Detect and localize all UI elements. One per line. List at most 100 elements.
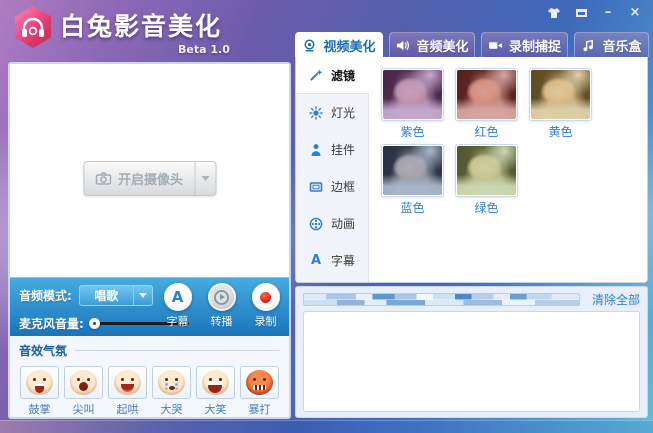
filter-label: 蓝色 xyxy=(381,199,444,216)
sidebar-item-label: 动画 xyxy=(331,215,355,232)
effect-category-nav: 滤镜 灯光 挂件 边框 xyxy=(296,57,369,282)
open-camera-button-main[interactable]: 开启摄像头 xyxy=(84,162,194,195)
sidebar-item-border[interactable]: 边框 xyxy=(296,168,368,205)
sidebar-item-label: 滤镜 xyxy=(331,67,355,84)
emote-label: 尖叫 xyxy=(63,401,104,417)
filter-item-yellow: 黄色 xyxy=(529,68,592,140)
tint-overlay xyxy=(457,146,516,195)
tint-overlay xyxy=(531,70,590,119)
emote-label: 大笑 xyxy=(195,401,236,417)
headphones-icon xyxy=(20,16,46,38)
window-controls: – × xyxy=(546,5,643,20)
close-button[interactable]: × xyxy=(627,5,643,20)
filter-thumbnail[interactable] xyxy=(455,68,518,121)
tab-record-capture[interactable]: 录制捕捉 xyxy=(481,32,568,57)
subtitle-button[interactable]: A xyxy=(164,283,192,311)
broadcast-button[interactable] xyxy=(208,283,236,311)
sun-light-icon xyxy=(309,106,323,120)
minimize-button[interactable]: – xyxy=(600,5,616,20)
audio-action-buttons: A 字幕 转播 录制 xyxy=(159,283,284,329)
mic-volume-label: 麦克风音量: xyxy=(19,315,84,332)
tab-video-beautify[interactable]: 视频美化 xyxy=(295,32,383,57)
filter-label: 紫色 xyxy=(381,123,444,140)
camera-icon xyxy=(95,172,111,185)
emote-jeer: 起哄 xyxy=(107,366,148,417)
sidebar-item-animation[interactable]: 动画 xyxy=(296,205,368,242)
emote-button[interactable] xyxy=(240,366,279,399)
subtitle-button-label: 字幕 xyxy=(159,313,196,329)
sound-effects-section: 音效气氛 鼓掌 尖叫 起哄 大哭 大笑 xyxy=(10,336,289,417)
video-beautify-panel: 滤镜 灯光 挂件 边框 xyxy=(295,57,648,283)
open-camera-button[interactable]: 开启摄像头 xyxy=(83,161,216,196)
camera-preview-area: 开启摄像头 xyxy=(10,64,289,277)
filter-label: 黄色 xyxy=(529,123,592,140)
filter-item-green: 绿色 xyxy=(455,144,518,216)
music-note-icon xyxy=(581,39,596,52)
tint-overlay xyxy=(383,146,442,195)
sidebar-item-filter[interactable]: 滤镜 xyxy=(296,57,369,94)
filter-grid: 紫色 红色 黄色 蓝色 绿色 xyxy=(369,57,647,282)
laugh-face-icon xyxy=(202,370,229,395)
app-logo xyxy=(13,6,53,48)
filter-thumbnail[interactable] xyxy=(381,144,444,197)
broadcast-button-label: 转播 xyxy=(203,313,240,329)
tab-bar: 视频美化 音频美化 录制捕捉 音乐盒 xyxy=(295,32,649,57)
filter-thumbnail[interactable] xyxy=(381,68,444,121)
speaker-icon xyxy=(395,39,410,52)
subtitle-action: A 字幕 xyxy=(159,283,196,329)
filter-label: 绿色 xyxy=(455,199,518,216)
status-bar xyxy=(0,420,653,433)
emote-label: 鼓掌 xyxy=(19,401,60,417)
emote-button[interactable] xyxy=(20,366,59,399)
emote-button[interactable] xyxy=(196,366,235,399)
window-restore-icon xyxy=(576,9,587,17)
film-reel-icon xyxy=(309,217,323,231)
sidebar-item-light[interactable]: 灯光 xyxy=(296,94,368,131)
play-icon xyxy=(220,294,225,300)
tab-music-box[interactable]: 音乐盒 xyxy=(574,32,649,57)
filter-thumbnail[interactable] xyxy=(455,144,518,197)
dropdown-arrow[interactable] xyxy=(133,286,152,305)
skin-button[interactable] xyxy=(546,5,562,20)
emote-label: 大哭 xyxy=(151,401,192,417)
camera-options-dropdown[interactable] xyxy=(194,162,215,195)
letter-a-icon: A xyxy=(172,288,184,306)
clear-all-link[interactable]: 清除全部 xyxy=(592,291,640,308)
emote-button[interactable] xyxy=(64,366,103,399)
emote-button[interactable] xyxy=(108,366,147,399)
filter-label: 红色 xyxy=(455,123,518,140)
filter-item-purple: 紫色 xyxy=(381,68,444,140)
restore-button[interactable] xyxy=(573,5,589,20)
webcam-icon xyxy=(302,39,317,52)
audio-control-bar: 音频模式: 唱歌 麦克风音量: A 字幕 转播 录制 xyxy=(10,277,289,336)
preview-panel: 开启摄像头 音频模式: 唱歌 麦克风音量: A 字幕 xyxy=(8,62,291,419)
tab-label: 音乐盒 xyxy=(602,36,641,55)
media-list-panel: 清除全部 xyxy=(295,286,648,418)
media-list-box xyxy=(303,311,640,412)
audio-mode-label: 音频模式: xyxy=(19,287,72,304)
magic-wand-icon xyxy=(309,68,323,82)
angry-face-icon xyxy=(246,370,273,395)
record-button[interactable] xyxy=(252,283,280,311)
slider-knob[interactable] xyxy=(89,318,100,329)
letter-a-icon: A xyxy=(309,253,323,268)
sidebar-item-pendant[interactable]: 挂件 xyxy=(296,131,368,168)
record-button-label: 录制 xyxy=(247,313,284,329)
divider xyxy=(74,350,280,351)
emote-beat: 暴打 xyxy=(239,366,280,417)
emoticon-row: 鼓掌 尖叫 起哄 大哭 大笑 暴打 xyxy=(19,366,280,417)
emote-cry: 大哭 xyxy=(151,366,192,417)
audio-mode-dropdown[interactable]: 唱歌 xyxy=(79,285,153,306)
broadcast-action: 转播 xyxy=(203,283,240,329)
sidebar-item-label: 挂件 xyxy=(331,141,355,158)
timeline-bar[interactable] xyxy=(303,293,580,306)
tab-audio-beautify[interactable]: 音频美化 xyxy=(389,32,475,57)
filter-thumbnail[interactable] xyxy=(529,68,592,121)
tab-label: 音频美化 xyxy=(416,36,468,55)
emote-laugh: 大笑 xyxy=(195,366,236,417)
skin-shirt-icon xyxy=(547,7,561,19)
sidebar-item-subtitle[interactable]: A 字幕 xyxy=(296,242,368,279)
scream-face-icon xyxy=(70,370,97,395)
sidebar-item-label: 边框 xyxy=(331,178,355,195)
emote-button[interactable] xyxy=(152,366,191,399)
